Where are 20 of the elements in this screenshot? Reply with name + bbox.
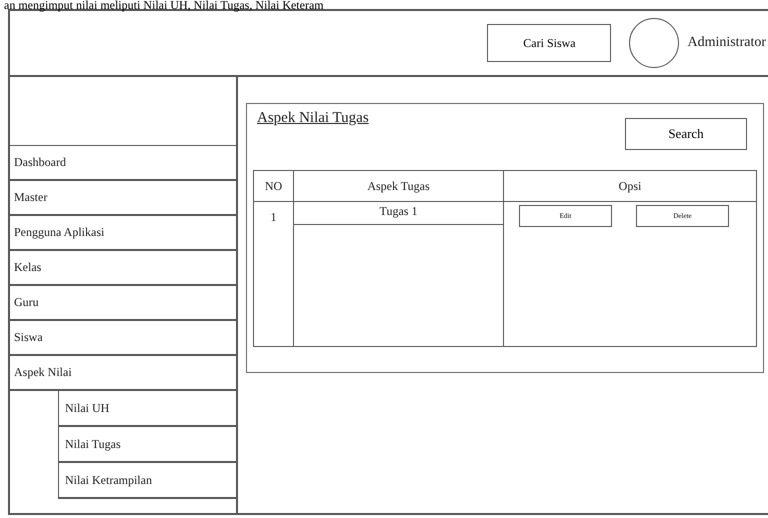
sidebar-item[interactable]: Kelas: [10, 251, 236, 286]
sidebar-item[interactable]: Guru: [10, 286, 236, 321]
sidebar-subitem[interactable]: Nilai UH: [59, 391, 236, 427]
table-cell: Tugas 1: [294, 202, 503, 225]
column-header: Aspek Tugas: [294, 171, 504, 202]
column-header: Opsi: [504, 171, 756, 202]
table-cell: 1: [270, 210, 276, 224]
user-name: Administrator: [687, 35, 766, 51]
sidebar-item[interactable]: Master: [10, 181, 236, 216]
sidebar-subitem[interactable]: Nilai Tugas: [59, 427, 236, 463]
sidebar-item[interactable]: Dashboard: [10, 146, 236, 181]
sidebar-item[interactable]: Siswa: [10, 321, 236, 356]
panel-title: Aspek Nilai Tugas: [256, 109, 369, 127]
avatar-icon: [629, 18, 680, 68]
sidebar-item[interactable]: Aspek Nilai: [10, 356, 236, 391]
column-header: NO: [254, 171, 294, 202]
sidebar-item[interactable]: Pengguna Aplikasi: [10, 216, 236, 251]
search-student-button[interactable]: Cari Siswa: [487, 24, 612, 62]
search-button[interactable]: Search: [625, 118, 747, 150]
sidebar-subitem[interactable]: Nilai Ketrampilan: [59, 463, 236, 499]
